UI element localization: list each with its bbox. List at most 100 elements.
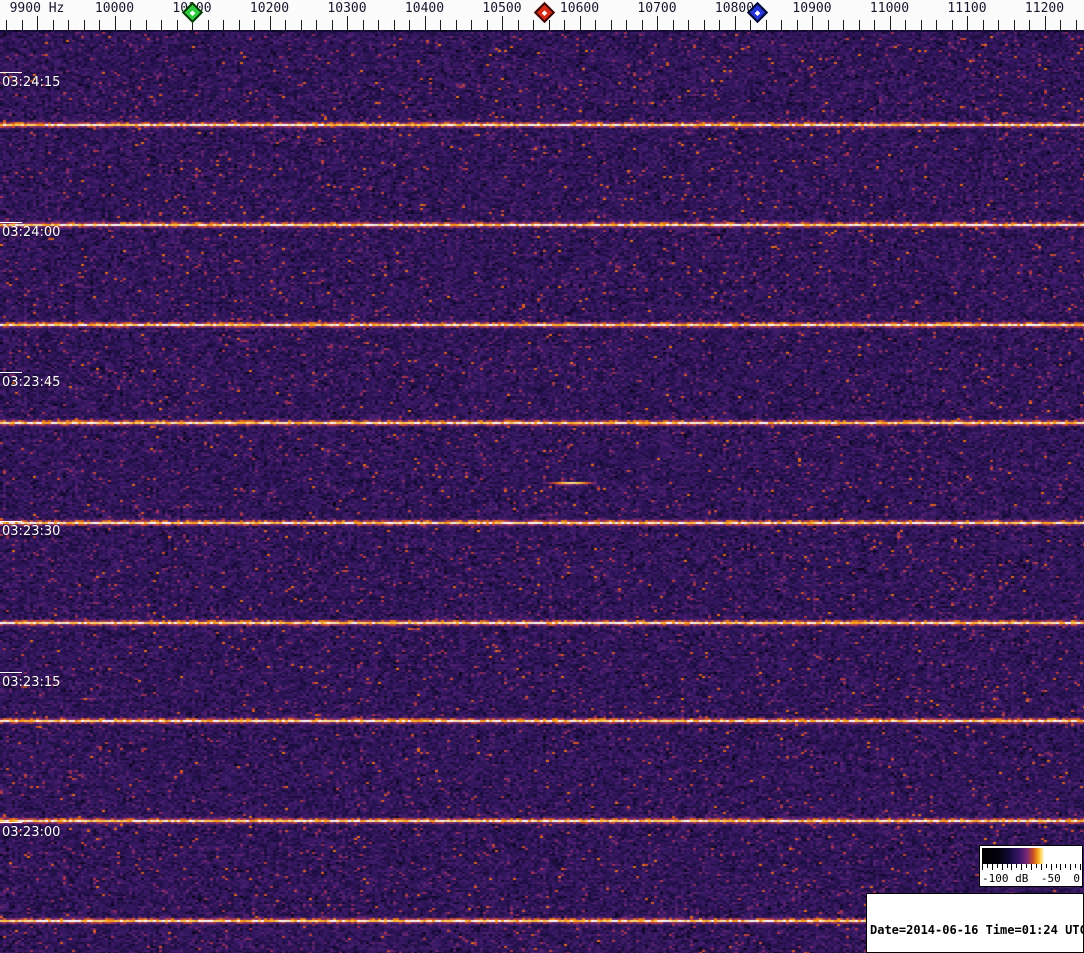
legend-tick [1031,864,1032,870]
legend-tick [1080,864,1081,870]
time-label: 03:24:15 [2,75,61,90]
freq-minor-tick [99,20,100,30]
freq-tick-label: 10900 [792,1,832,16]
freq-major-tick [269,16,271,30]
freq-major-tick [502,16,503,30]
freq-major-tick [734,16,736,30]
freq-minor-tick [68,20,69,30]
freq-minor-tick [641,20,643,30]
freq-minor-tick [486,20,488,30]
freq-minor-tick [719,20,720,30]
legend-tick [982,864,983,870]
time-label: 03:23:15 [2,675,61,690]
freq-minor-tick [920,20,922,30]
freq-minor-tick [300,20,302,30]
freq-minor-tick [176,20,178,30]
freq-minor-tick [6,20,7,30]
legend-tick [1045,864,1047,868]
freq-major-tick [114,16,116,30]
freq-tick-label: 10500 [482,1,522,16]
freq-minor-tick [1075,20,1077,30]
legend-tick [1075,864,1077,868]
legend-tick [1050,864,1052,870]
freq-minor-tick [905,20,906,30]
freq-minor-tick [843,20,844,30]
legend-tick [1001,864,1003,870]
freq-tick-label: 10200 [249,1,290,16]
legend-tick [1060,864,1062,870]
freq-minor-tick [781,20,782,30]
freq-minor-tick [440,20,441,30]
freq-minor-tick [145,20,147,30]
freq-major-tick [812,16,813,30]
freq-minor-tick [130,20,131,30]
time-tick [0,672,22,673]
freq-minor-tick [83,20,85,30]
legend-tick [1055,864,1057,868]
freq-minor-tick [765,20,767,30]
freq-minor-tick [1013,20,1015,30]
marker-center-dot [541,9,548,16]
freq-minor-tick [796,20,798,30]
spectrogram-screen: 9900 Hz100001010010200103001040010500106… [0,0,1084,953]
marker-center-dot [189,9,195,16]
legend-tick [1065,864,1067,868]
legend-label-min: -100 dB [982,872,1029,885]
freq-minor-tick [52,20,54,30]
freq-major-tick [1044,16,1046,30]
freq-minor-tick [378,20,379,30]
freq-minor-tick [331,20,333,30]
freq-minor-tick [951,20,953,30]
freq-minor-tick [471,20,472,30]
freq-minor-tick [254,20,255,30]
freq-minor-tick [936,20,937,30]
red-diamond-marker[interactable] [534,1,556,24]
legend-tick [991,864,993,870]
legend-tick [1021,864,1023,870]
freq-major-tick [889,16,891,30]
freq-tick-label: 10400 [404,1,445,16]
legend-label-mid: -50 [1040,872,1061,885]
freq-minor-tick [161,20,162,30]
freq-minor-tick [223,20,224,30]
freq-minor-tick [626,20,627,30]
freq-minor-tick [409,20,410,30]
legend-tick [1006,864,1008,868]
freq-minor-tick [316,20,317,30]
freq-minor-tick [393,20,395,30]
freq-minor-tick [1029,20,1030,30]
legend-label-row: -100 dB -50 0 [982,872,1080,886]
freq-minor-tick [688,20,689,30]
freq-major-tick [657,16,658,30]
freq-minor-tick [1060,20,1061,30]
freq-tick-label: 10700 [637,1,677,16]
time-label: 03:24:00 [2,225,61,240]
freq-minor-tick [362,20,364,30]
freq-tick-label: 11100 [947,1,987,16]
freq-tick-label: 11000 [869,1,910,16]
legend-label-max: 0 [1073,872,1080,885]
legend-tick [1026,864,1028,868]
color-gradient-bar [982,848,1080,864]
freq-minor-tick [703,20,705,30]
time-tick [0,222,22,223]
freq-tick-label: 10600 [559,1,600,16]
time-tick [0,72,22,73]
freq-minor-tick [595,20,596,30]
freq-tick-label: 9900 Hz [9,1,65,16]
freq-minor-tick [610,20,612,30]
freq-minor-tick [517,20,519,30]
freq-tick-label: 11200 [1024,1,1065,16]
legend-tick [1070,864,1072,870]
freq-minor-tick [998,20,999,30]
freq-minor-tick [982,20,984,30]
spectrogram-waterfall[interactable] [0,30,1084,953]
freq-minor-tick [21,20,23,30]
legend-tick [996,864,998,868]
freq-minor-tick [455,20,457,30]
freq-minor-tick [874,20,875,30]
freq-minor-tick [548,20,550,30]
freq-minor-tick [238,20,240,30]
marker-center-dot [754,9,761,16]
time-label: 03:23:30 [2,524,61,539]
